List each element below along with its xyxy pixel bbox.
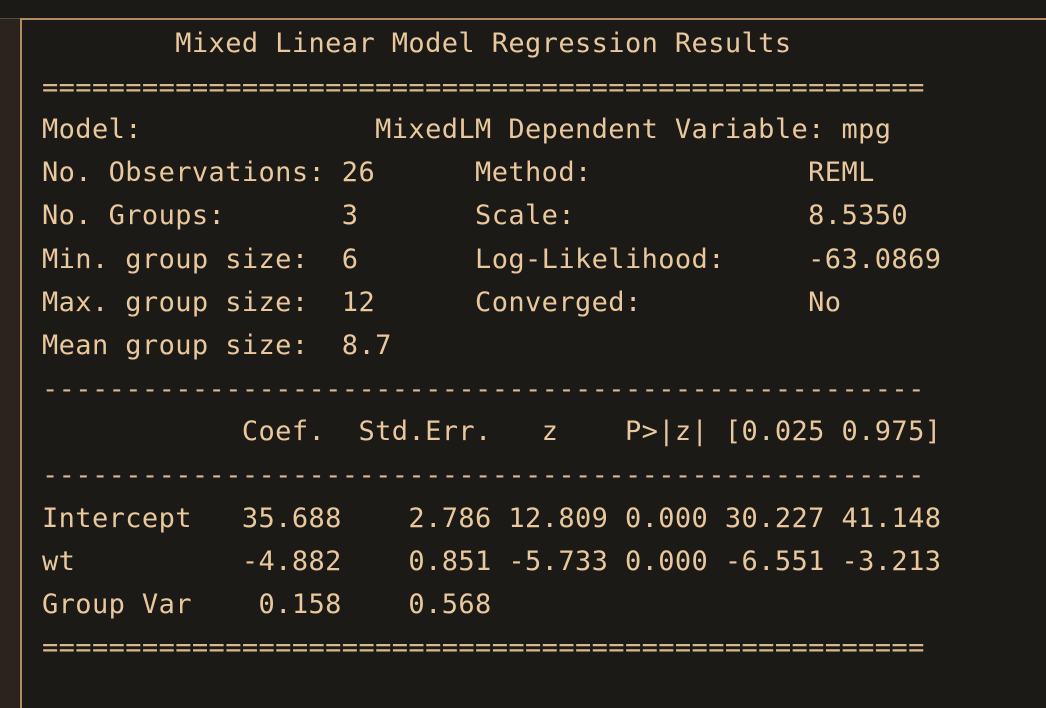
- window-top-strip: [0, 0, 1046, 19]
- rule-double-top: ========================================…: [42, 73, 925, 103]
- summary-row-max-group: Max. group size: 12 Converged: No: [42, 287, 842, 318]
- results-title: Mixed Linear Model Regression Results: [42, 28, 792, 59]
- summary-row-observations: No. Observations: 26 Method: REML: [42, 157, 875, 188]
- summary-row-groups: No. Groups: 3 Scale: 8.5350: [42, 200, 909, 231]
- coef-row-intercept: Intercept 35.688 2.786 12.809 0.000 30.2…: [42, 503, 942, 534]
- rule-single-mid: ----------------------------------------…: [42, 375, 925, 405]
- coef-row-group-var: Group Var 0.158 0.568: [42, 589, 492, 620]
- coef-row-wt: wt -4.882 0.851 -5.733 0.000 -6.551 -3.2…: [42, 546, 942, 577]
- coef-table-header: Coef. Std.Err. z P>|z| [0.025 0.975]: [42, 416, 942, 447]
- rule-double-bottom: ========================================…: [42, 633, 925, 663]
- rule-single-header: ----------------------------------------…: [42, 461, 925, 491]
- summary-row-min-group: Min. group size: 6 Log-Likelihood: -63.0…: [42, 244, 942, 275]
- summary-row-mean-group: Mean group size: 8.7: [42, 330, 392, 361]
- summary-row-model: Model: MixedLM Dependent Variable: mpg: [42, 114, 892, 145]
